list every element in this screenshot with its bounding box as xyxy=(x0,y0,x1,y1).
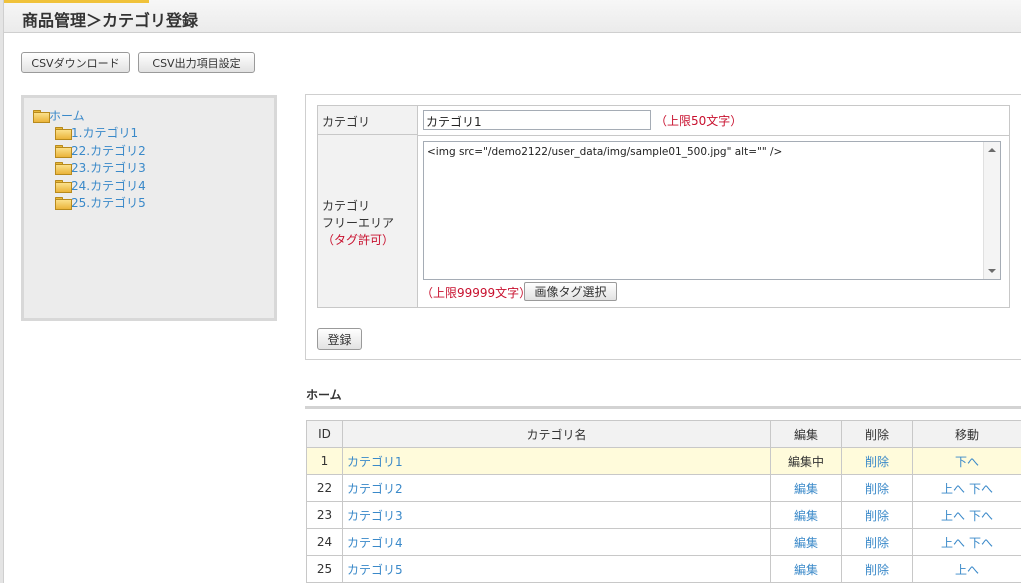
tree-item-label[interactable]: 25.カテゴリ5 xyxy=(71,194,146,211)
editing-status: 編集中 xyxy=(770,447,842,475)
folder-icon xyxy=(55,162,72,175)
section-divider xyxy=(305,406,1021,409)
tree-item[interactable]: 22.カテゴリ2 xyxy=(55,142,146,159)
image-tag-select-button[interactable]: 画像タグ選択 xyxy=(524,282,617,301)
edit-link[interactable]: 編集 xyxy=(794,482,818,496)
folder-icon xyxy=(55,180,72,193)
table-row: 23 カテゴリ3 編集 削除 上へ 下へ xyxy=(306,501,1021,529)
header-accent xyxy=(4,0,149,3)
folder-icon xyxy=(55,127,72,140)
tree-item-label[interactable]: 24.カテゴリ4 xyxy=(71,177,146,194)
scroll-down-arrow-icon[interactable] xyxy=(988,269,996,273)
delete-link[interactable]: 削除 xyxy=(865,536,889,550)
row-divider xyxy=(418,135,1010,136)
page-title: 商品管理＞カテゴリ登録 xyxy=(22,11,199,30)
csv-settings-button[interactable]: CSV出力項目設定 xyxy=(138,52,255,73)
category-name-input[interactable]: カテゴリ1 xyxy=(423,110,651,130)
move-up-link[interactable]: 上へ xyxy=(941,482,965,496)
move-up-link[interactable]: 上へ xyxy=(941,536,965,550)
row-id: 22 xyxy=(306,474,343,502)
column-header-id: ID xyxy=(306,420,343,448)
delete-link[interactable]: 削除 xyxy=(865,482,889,496)
tree-item-label[interactable]: 23.カテゴリ3 xyxy=(71,159,146,176)
move-up-link[interactable]: 上へ xyxy=(955,563,979,577)
tree-item[interactable]: 25.カテゴリ5 xyxy=(55,194,146,211)
category-label-cell: カテゴリ xyxy=(318,106,418,135)
folder-icon xyxy=(55,197,72,210)
row-id: 1 xyxy=(306,447,343,475)
delete-link[interactable]: 削除 xyxy=(865,455,889,469)
freearea-label-cell: カテゴリ フリーエリア （タグ許可） xyxy=(318,135,418,307)
move-down-link[interactable]: 下へ xyxy=(969,482,993,496)
edit-link[interactable]: 編集 xyxy=(794,509,818,523)
row-id: 24 xyxy=(306,528,343,556)
freearea-textarea[interactable]: <img src="/demo2122/user_data/img/sample… xyxy=(423,141,1001,280)
freearea-label-line1: カテゴリ xyxy=(322,199,371,213)
tree-item[interactable]: 23.カテゴリ3 xyxy=(55,159,146,176)
csv-download-button[interactable]: CSVダウンロード xyxy=(21,52,130,73)
category-name-link[interactable]: カテゴリ1 xyxy=(347,455,403,469)
left-edge-bar xyxy=(0,0,4,583)
table-row: 25 カテゴリ5 編集 削除 上へ xyxy=(306,555,1021,583)
move-down-link[interactable]: 下へ xyxy=(969,509,993,523)
move-down-link[interactable]: 下へ xyxy=(955,455,979,469)
column-header-edit: 編集 xyxy=(770,420,842,448)
tree-item[interactable]: 1.カテゴリ1 xyxy=(55,124,138,141)
category-label: カテゴリ xyxy=(322,115,371,129)
category-name-link[interactable]: カテゴリ5 xyxy=(347,563,403,577)
section-title: ホーム xyxy=(306,388,342,402)
category-table: ID カテゴリ名 編集 削除 移動 1 カテゴリ1 編集中 削除 下へ 22 カ… xyxy=(306,420,1021,583)
category-name-link[interactable]: カテゴリ3 xyxy=(347,509,403,523)
textarea-scrollbar[interactable] xyxy=(983,142,1000,279)
freearea-label-line2: フリーエリア xyxy=(322,216,395,230)
table-row: 1 カテゴリ1 編集中 削除 下へ xyxy=(306,447,1021,475)
page-header: 商品管理＞カテゴリ登録 xyxy=(4,0,1021,33)
column-header-move: 移動 xyxy=(912,420,1021,448)
scroll-up-arrow-icon[interactable] xyxy=(988,148,996,152)
freearea-limit-note: （上限99999文字） xyxy=(421,286,532,300)
delete-link[interactable]: 削除 xyxy=(865,509,889,523)
category-name-link[interactable]: カテゴリ4 xyxy=(347,536,403,550)
table-row: 24 カテゴリ4 編集 削除 上へ 下へ xyxy=(306,528,1021,556)
row-id: 23 xyxy=(306,501,343,529)
edit-link[interactable]: 編集 xyxy=(794,536,818,550)
tree-item-label[interactable]: ホーム xyxy=(49,107,85,124)
tag-allowed-note: （タグ許可） xyxy=(322,233,395,247)
move-up-link[interactable]: 上へ xyxy=(941,509,965,523)
table-header-row: ID カテゴリ名 編集 削除 移動 xyxy=(306,420,1021,448)
tree-item-label[interactable]: 1.カテゴリ1 xyxy=(71,124,138,141)
delete-link[interactable]: 削除 xyxy=(865,563,889,577)
tree-item-home[interactable]: ホーム xyxy=(33,107,85,124)
register-button[interactable]: 登録 xyxy=(317,328,362,350)
tree-item-label[interactable]: 22.カテゴリ2 xyxy=(71,142,146,159)
category-limit-note: （上限50文字） xyxy=(655,114,743,128)
folder-icon xyxy=(55,145,72,158)
column-header-delete: 削除 xyxy=(841,420,913,448)
folder-icon xyxy=(33,110,50,123)
table-row: 22 カテゴリ2 編集 削除 上へ 下へ xyxy=(306,474,1021,502)
row-id: 25 xyxy=(306,555,343,583)
category-name-link[interactable]: カテゴリ2 xyxy=(347,482,403,496)
column-header-name: カテゴリ名 xyxy=(342,420,771,448)
move-down-link[interactable]: 下へ xyxy=(969,536,993,550)
edit-link[interactable]: 編集 xyxy=(794,563,818,577)
tree-item[interactable]: 24.カテゴリ4 xyxy=(55,177,146,194)
